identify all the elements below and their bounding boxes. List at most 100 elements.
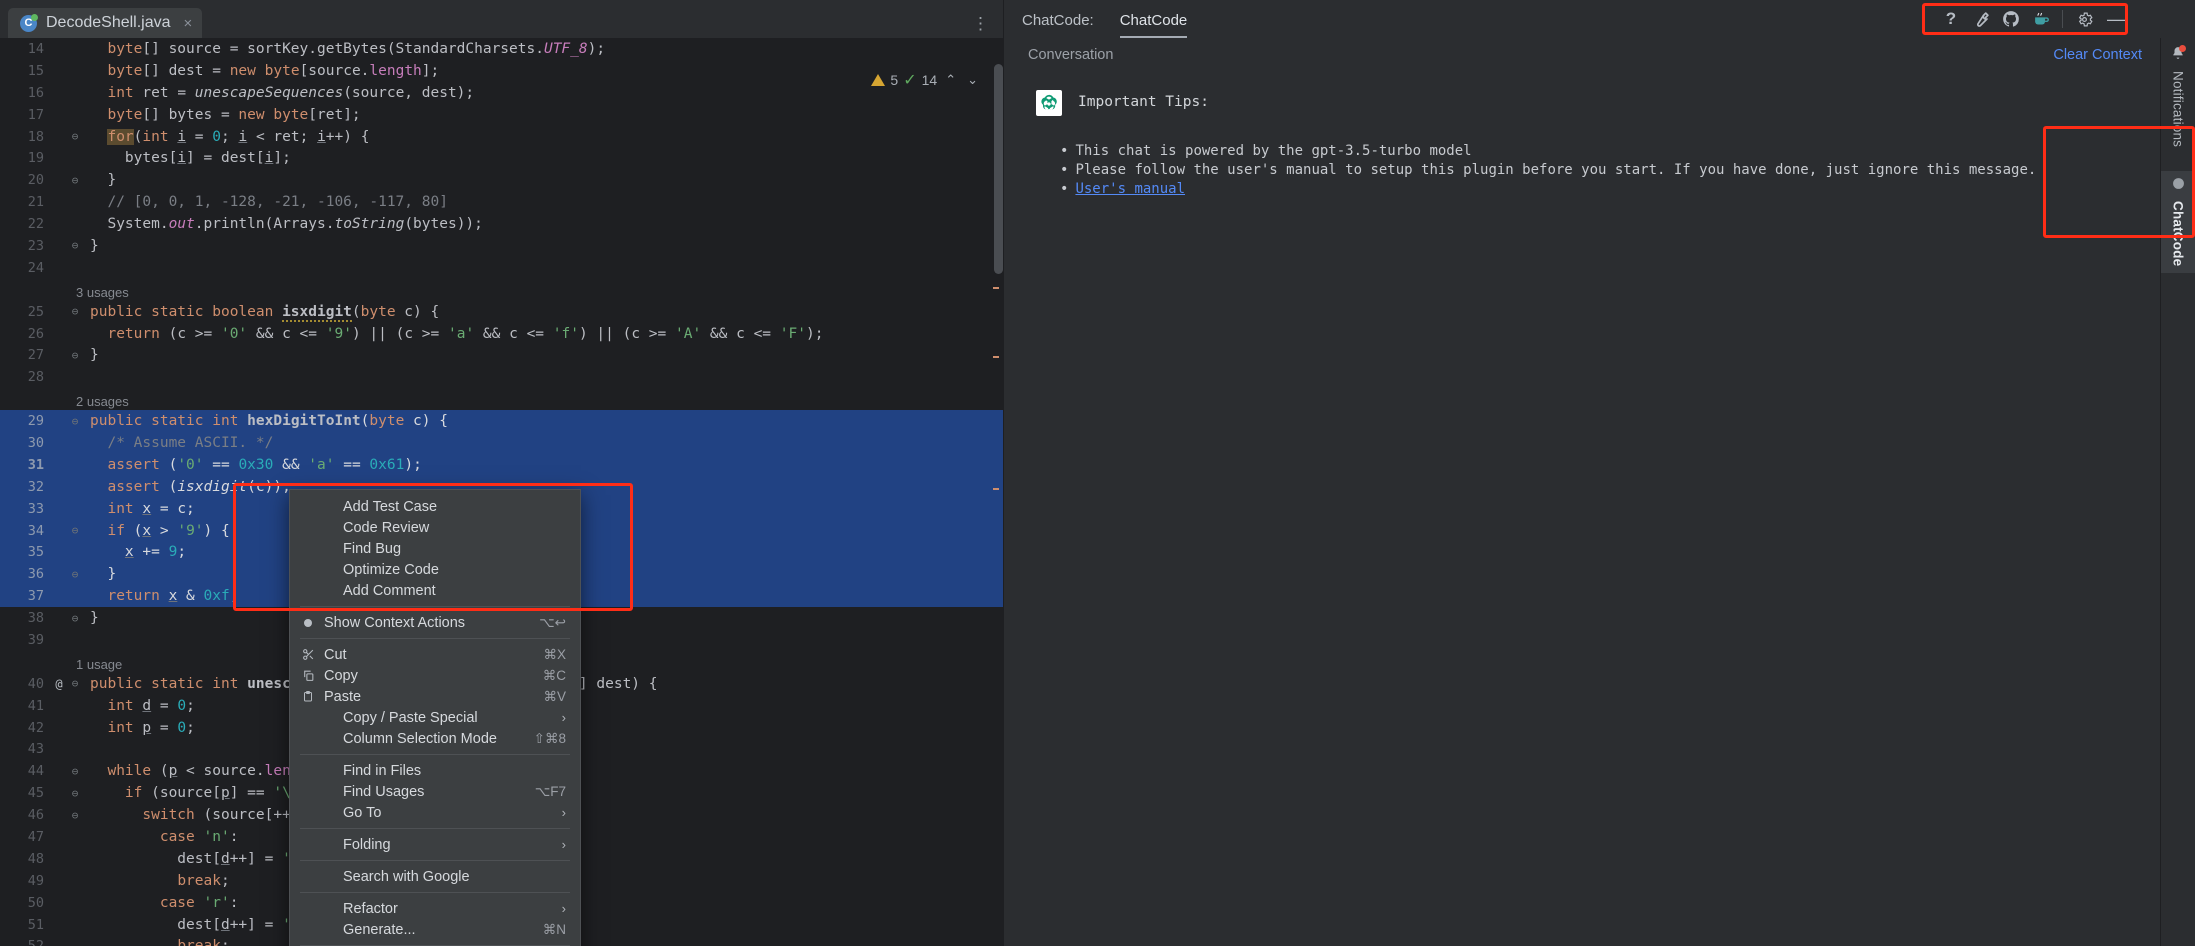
code-line[interactable]: 18 ⊖ for(int i = 0; i < ret; i++) { (0, 126, 1003, 148)
menu-copy[interactable]: Copy ⌘C (290, 665, 580, 686)
prev-problem-icon[interactable]: ⌃ (942, 72, 959, 88)
tab-overflow-icon[interactable]: ⋮ (972, 15, 989, 32)
menu-item-label: Copy (324, 667, 358, 684)
window-toolbar: ? — (1922, 0, 2139, 38)
menu-cut[interactable]: Cut ⌘X (290, 644, 580, 665)
menu-search-with-google[interactable]: Search with Google (290, 866, 580, 887)
fold-toggle-icon[interactable]: ⊖ (66, 415, 84, 428)
fold-toggle-icon[interactable]: ⊖ (66, 765, 84, 778)
check-icon: ✓ (903, 72, 917, 89)
line-number: 48 (27, 850, 44, 867)
wrench-icon[interactable] (1966, 4, 1996, 34)
users-manual-link[interactable]: User's manual (1075, 180, 1185, 199)
warning-count: 5 (890, 72, 899, 88)
fold-toggle-icon[interactable]: ⊖ (66, 568, 84, 581)
menu-find-in-files[interactable]: Find in Files (290, 760, 580, 781)
coffee-icon[interactable] (2026, 4, 2056, 34)
line-number: 27 (27, 347, 44, 364)
code-line[interactable]: 27 ⊖} (0, 344, 1003, 366)
code-line[interactable]: 30 /* Assume ASCII. */ (0, 432, 1003, 454)
code-line[interactable]: 28 (0, 366, 1003, 388)
code-line[interactable]: 17 byte[] bytes = new byte[ret]; (0, 104, 1003, 126)
fold-toggle-icon[interactable]: ⊖ (66, 174, 84, 187)
ok-count: 14 (921, 72, 938, 88)
menu-add-comment[interactable]: Add Comment (290, 580, 580, 601)
menu-generate[interactable]: Generate... ⌘N (290, 919, 580, 940)
clear-context-button[interactable]: Clear Context (2053, 47, 2142, 63)
line-number: 49 (27, 872, 44, 889)
rail-label-notifications: Notifications (2170, 71, 2186, 148)
menu-add-test-case[interactable]: Add Test Case (290, 496, 580, 517)
code-line[interactable]: 22 System.out.println(Arrays.toString(by… (0, 213, 1003, 235)
file-tab-decodeshell[interactable]: C DecodeShell.java × (8, 8, 203, 38)
code-line[interactable]: 16 int ret = unescapeSequences(source, d… (0, 82, 1003, 104)
menu-item-label: Show Context Actions (324, 614, 466, 631)
code-line[interactable]: 20 ⊖ } (0, 169, 1003, 191)
rail-item-notifications[interactable]: Notifications (2170, 45, 2186, 148)
menu-paste[interactable]: Paste ⌘V (290, 686, 580, 707)
next-problem-icon[interactable]: ⌄ (964, 72, 981, 88)
menu-item-label: Add Test Case (343, 498, 438, 515)
menu-separator (300, 828, 570, 829)
menu-item-label: Column Selection Mode (343, 730, 497, 747)
fold-toggle-icon[interactable]: ⊖ (66, 305, 84, 318)
menu-code-review[interactable]: Code Review (290, 517, 580, 538)
editor-context-menu[interactable]: Add Test Case Code Review Find Bug Optimize… (289, 489, 581, 946)
chat-bullet: • User's manual (1060, 180, 2146, 199)
code-editor[interactable]: 14 byte[] source = sortKey.getBytes(Stan… (0, 38, 1003, 946)
code-line[interactable]: 19 bytes[i] = dest[i]; (0, 147, 1003, 169)
fold-toggle-icon[interactable]: ⊖ (66, 677, 84, 690)
menu-column-selection-mode[interactable]: Column Selection Mode ⇧⌘8 (290, 728, 580, 749)
help-icon[interactable]: ? (1936, 4, 1966, 34)
line-number: 42 (27, 719, 44, 736)
line-number: 24 (27, 259, 44, 276)
code-text: public static int hexDigitToInt(byte c) … (90, 413, 448, 430)
chatcode-panel: Conversation Clear Context Important Tip… (1003, 38, 2160, 946)
code-line[interactable]: 25 ⊖ public static boolean isxdigit(byte c… (0, 301, 1003, 323)
line-number: 15 (27, 62, 44, 79)
menu-find-usages[interactable]: Find Usages ⌥F7 (290, 781, 580, 802)
fold-toggle-icon[interactable]: ⊖ (66, 524, 84, 537)
fold-toggle-icon[interactable]: ⊖ (66, 809, 84, 822)
rail-label-chatcode: ChatCode (2170, 201, 2186, 267)
github-icon[interactable] (1996, 4, 2026, 34)
fold-toggle-icon[interactable]: ⊖ (66, 612, 84, 625)
gear-icon[interactable] (2069, 4, 2099, 34)
code-line[interactable]: 14 byte[] source = sortKey.getBytes(Stan… (0, 38, 1003, 60)
menu-go-to[interactable]: Go To › (290, 802, 580, 823)
code-line[interactable]: 15 byte[] dest = new byte[source.length]… (0, 60, 1003, 82)
code-line[interactable]: 24 (0, 257, 1003, 279)
menu-folding[interactable]: Folding › (290, 834, 580, 855)
usage-hint[interactable]: 2 usages (0, 388, 1003, 410)
close-icon[interactable]: × (184, 15, 193, 32)
code-line[interactable]: 21 // [0, 0, 1, -128, -21, -106, -117, 8… (0, 191, 1003, 213)
code-line[interactable]: 31 assert ('0' == 0x30 && 'a' == 0x61); (0, 453, 1003, 476)
line-number: 29 (27, 413, 44, 430)
tab-chatcode[interactable]: ChatCode (1119, 12, 1188, 38)
menu-find-bug[interactable]: Find Bug (290, 538, 580, 559)
menu-separator (300, 754, 570, 755)
line-number: 26 (27, 325, 44, 342)
inspection-widget[interactable]: 5 ✓ 14 ⌃ ⌄ (871, 70, 981, 90)
code-line[interactable]: 29 ⊖ public static int hexDigitToInt(byte … (0, 410, 1003, 433)
line-number: 20 (27, 172, 44, 189)
menu-refactor[interactable]: Refactor › (290, 898, 580, 919)
code-text: byte[] bytes = new byte[ret]; (107, 106, 361, 123)
usage-hint[interactable]: 3 usages (0, 279, 1003, 301)
code-line[interactable]: 23 ⊖} (0, 235, 1003, 257)
line-number: 22 (27, 216, 44, 233)
fold-toggle-icon[interactable]: ⊖ (66, 787, 84, 800)
fold-toggle-icon[interactable]: ⊖ (66, 130, 84, 143)
right-tool-rail: Notifications ChatCode (2043, 38, 2195, 946)
chat-bullet: • This chat is powered by the gpt-3.5-tur… (1060, 142, 2146, 161)
fold-toggle-icon[interactable]: ⊖ (66, 239, 84, 252)
code-line[interactable]: 26 return (c >= '0' && c <= '9') || (c >… (0, 323, 1003, 345)
rail-item-chatcode[interactable]: ChatCode (2161, 171, 2195, 273)
line-number: 17 (27, 106, 44, 123)
minimize-button[interactable]: — (2099, 9, 2133, 30)
fold-toggle-icon[interactable]: ⊖ (66, 349, 84, 362)
code-text: /* Assume ASCII. */ (107, 434, 274, 451)
menu-show-context-actions[interactable]: Show Context Actions ⌥↩ (290, 612, 580, 633)
menu-optimize-code[interactable]: Optimize Code (290, 559, 580, 580)
menu-copy-paste-special[interactable]: Copy / Paste Special › (290, 707, 580, 728)
